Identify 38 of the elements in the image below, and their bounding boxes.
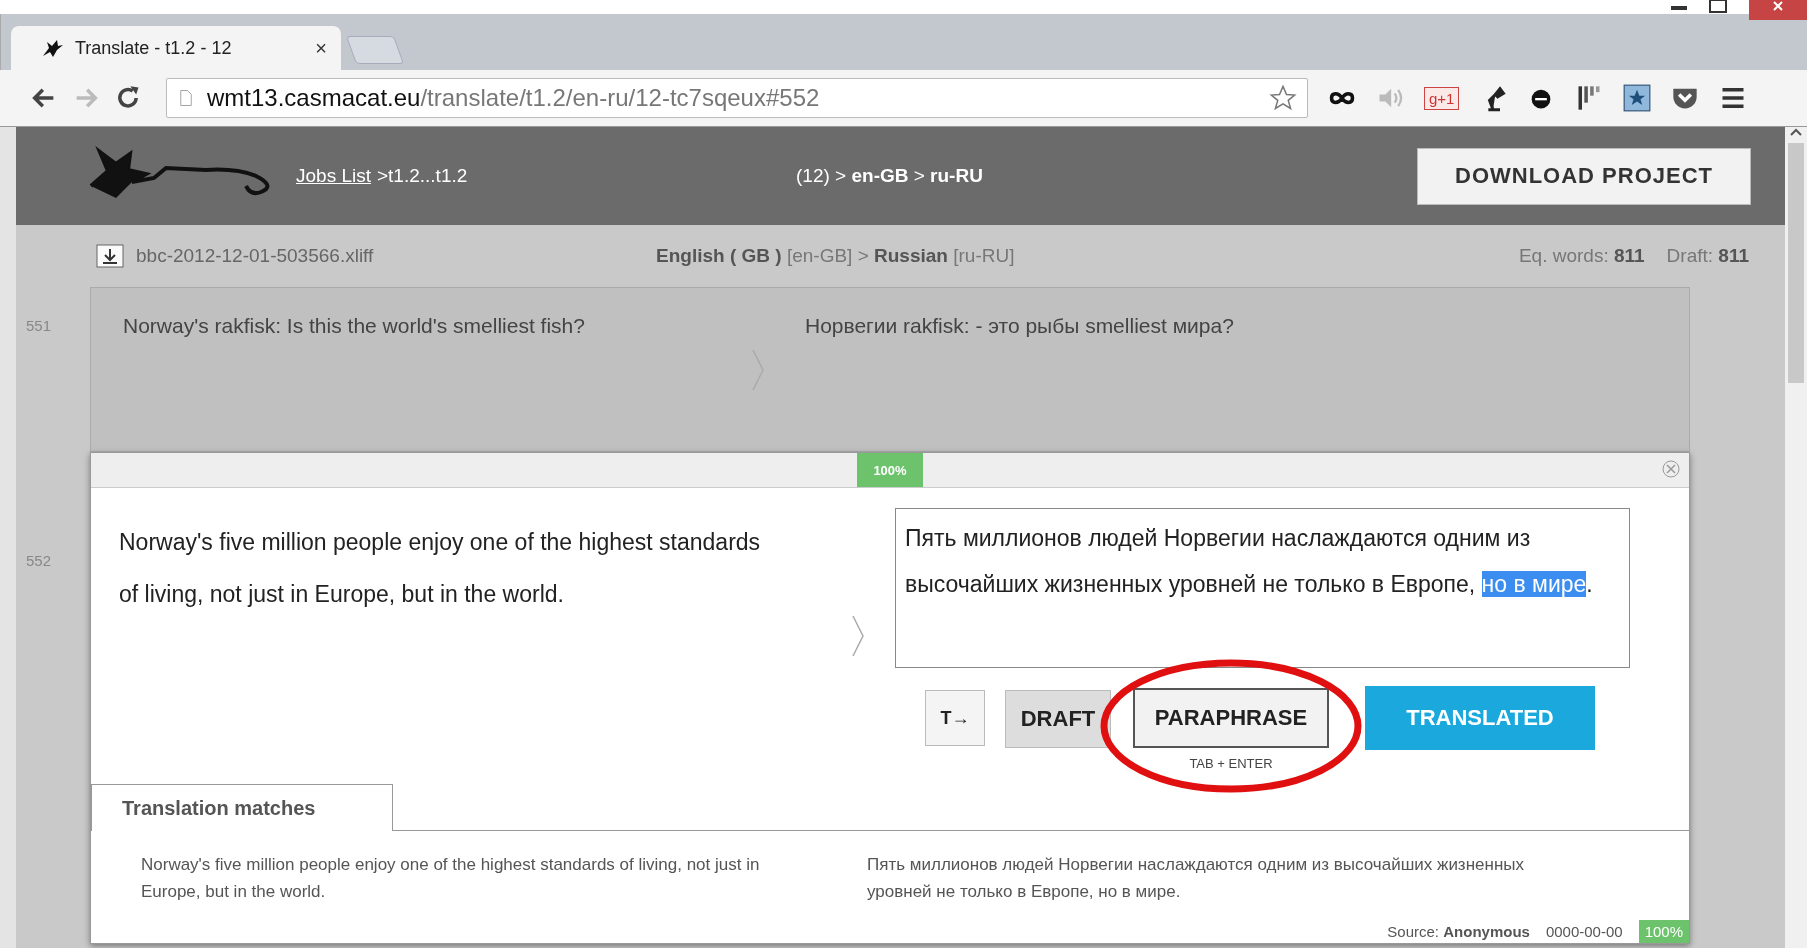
source-text: Norway's rakfisk: Is this the world's smelliest fish? xyxy=(122,313,586,339)
download-project-button[interactable]: DOWNLOAD PROJECT xyxy=(1417,147,1751,205)
shortcut-hint: TAB + ENTER xyxy=(1189,756,1273,771)
close-icon xyxy=(1661,459,1681,479)
target-text: Норвегии rakfisk: - это рыбы smelliest мира? xyxy=(804,313,1235,339)
source-text: Norway's five million people enjoy one of the highest standards of living, not just in Europe, but in the world. xyxy=(118,528,762,609)
chevron-icon xyxy=(851,614,865,658)
match-target: Пять миллионов людей Норвегии наслаждаются одним из высочайших жизненных уровней не только в Европе, но в мире. xyxy=(866,854,1525,903)
close-icon xyxy=(1772,0,1784,12)
draft-count: Draft: 811 xyxy=(1666,245,1749,267)
copy-source-button[interactable]: T→ xyxy=(925,690,985,746)
address-bar[interactable]: wmt13.casmacat.eu/translate/t1.2/en-ru/12-tc7sqeux#552 xyxy=(166,78,1308,118)
segment-number: 551 xyxy=(25,316,53,336)
segment-number: 552 xyxy=(25,551,53,571)
segment-row[interactable]: Norway's rakfisk: Is this the world's smelliest fish? Норвегии rakfisk: - это рыбы smelliest мира? xyxy=(90,287,1690,452)
word-count: Eq. words: 811 xyxy=(1518,245,1645,267)
draft-button[interactable]: DRAFT xyxy=(1005,690,1111,748)
download-icon xyxy=(96,244,124,268)
jobs-list-link[interactable]: Jobs List xyxy=(296,165,371,187)
match-date: 0000-00-00 xyxy=(1545,923,1623,940)
browser-tab[interactable]: Translate - t1.2 - 12 × xyxy=(11,26,341,70)
match-badge: 100% xyxy=(857,453,923,487)
paraphrase-button[interactable]: PARAPHRASE xyxy=(1133,688,1329,748)
match-source: Norway's five million people enjoy one of the highest standards of living, not just in Europe, but in the world. xyxy=(140,854,761,903)
match-source-label: Source: Anonymous xyxy=(1387,923,1530,940)
language-path: (12) > en-GB > ru-RU xyxy=(796,165,984,187)
file-name: bbc-2012-12-01-503566.xliff xyxy=(136,245,374,267)
translation-matches-tab[interactable]: Translation matches xyxy=(91,784,393,831)
star-icon xyxy=(1269,84,1297,112)
match-score: 100% xyxy=(1638,920,1689,943)
translation-editor[interactable]: Пять миллионов людей Норвегии наслаждаются одним из высочайших жизненных уровней не только в Европе, но в мире. xyxy=(895,508,1630,668)
scrollbar-thumb[interactable] xyxy=(1788,143,1804,383)
close-button[interactable] xyxy=(1749,0,1807,20)
breadcrumb-text: >t1.2...t1.2 xyxy=(377,165,468,187)
plus-one-button[interactable]: g+1 xyxy=(1424,86,1460,110)
language-pair: English ( GB ) [en-GB] > Russian [ru-RU] xyxy=(656,245,1016,267)
scrollbar[interactable] xyxy=(1785,127,1807,948)
scroll-up-icon[interactable] xyxy=(1789,127,1803,137)
